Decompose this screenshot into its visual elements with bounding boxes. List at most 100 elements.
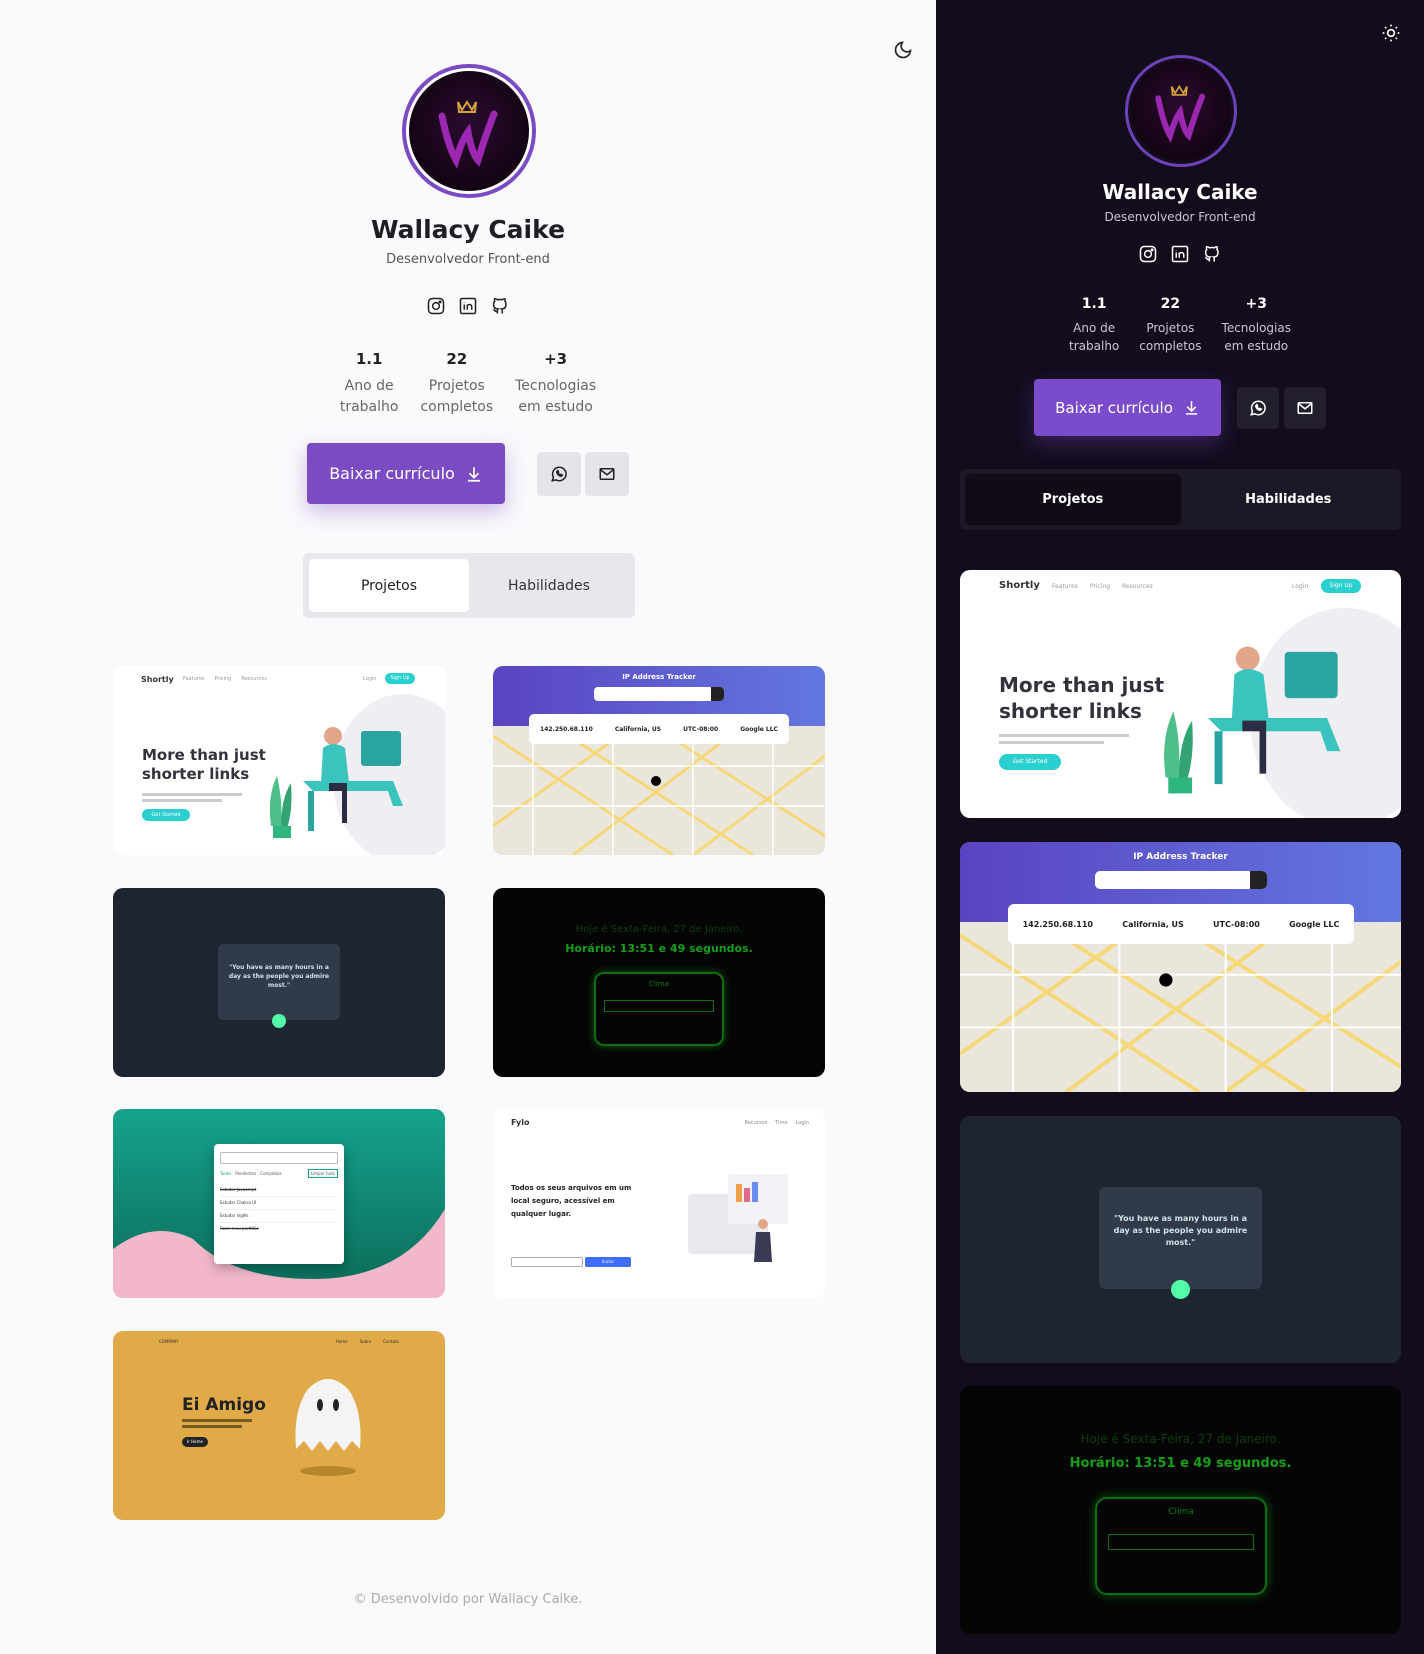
ip-location: California, US bbox=[1122, 919, 1184, 929]
project-card-todo[interactable]: Todos Pendentes Completos Limpar tudo Es… bbox=[113, 1109, 445, 1298]
ip-info-panel: 142.250.68.110 California, US UTC-08:00 … bbox=[529, 714, 789, 744]
download-cv-button[interactable]: Baixar currículo bbox=[307, 443, 505, 504]
todo-input bbox=[220, 1152, 338, 1164]
project-card-ip-tracker[interactable]: IP Address Tracker 142.250.68.110 Califo… bbox=[960, 842, 1401, 1092]
download-cv-button[interactable]: Baixar currículo bbox=[1034, 379, 1221, 436]
profile-role: Desenvolvedor Front-end bbox=[1104, 210, 1256, 224]
tab-habilidades[interactable]: Habilidades bbox=[469, 559, 629, 612]
shortly-signup: Sign Up bbox=[385, 673, 415, 684]
stat-value: 22 bbox=[1160, 296, 1181, 312]
todo-panel: Todos Pendentes Completos Limpar tudo Es… bbox=[214, 1144, 344, 1264]
stat-label: Tecnologias em estudo bbox=[515, 378, 597, 415]
stat-projects: 22 Projetos completos bbox=[1139, 296, 1201, 355]
email-button[interactable] bbox=[585, 451, 629, 496]
project-card-fylo[interactable]: Fylo Recursos Time Login Todos os seus a… bbox=[493, 1109, 825, 1298]
whatsapp-button[interactable] bbox=[1237, 386, 1279, 429]
fylo-nav-item: Login bbox=[795, 1120, 810, 1126]
ip-isp: Google LLC bbox=[1289, 919, 1340, 929]
theme-toggle-button[interactable] bbox=[1377, 19, 1405, 47]
shortly-signup: Sign Up bbox=[1321, 579, 1361, 593]
ghost-title: Ei Amigo bbox=[182, 1395, 266, 1415]
shortly-nav-item: Pricing bbox=[1089, 583, 1111, 590]
social-links bbox=[0, 296, 936, 316]
whatsapp-button[interactable] bbox=[537, 451, 581, 496]
github-link[interactable] bbox=[490, 296, 510, 316]
github-icon bbox=[1204, 245, 1219, 262]
mail-icon bbox=[1297, 401, 1313, 414]
todo-item: Estudar Javascript bbox=[220, 1184, 338, 1197]
stats-row: 1.1 Ano de trabalho 22 Projetos completo… bbox=[0, 350, 936, 418]
shortly-logo: Shortly bbox=[999, 580, 1040, 591]
tab-projetos[interactable]: Projetos bbox=[965, 474, 1181, 525]
weather-input bbox=[604, 1000, 714, 1012]
download-cv-label: Baixar currículo bbox=[1055, 398, 1173, 417]
clock-time: Horário: 13:51 e 49 segundos. bbox=[565, 942, 753, 955]
project-card-advice[interactable]: "You have as many hours in a day as the … bbox=[960, 1116, 1401, 1363]
project-card-clock[interactable]: Hoje é Sexta-Feira, 27 de Janeiro. Horár… bbox=[493, 888, 825, 1077]
stat-label: Ano de trabalho bbox=[1069, 321, 1120, 353]
shortly-nav-item: Pricing bbox=[214, 676, 232, 682]
tab-projetos[interactable]: Projetos bbox=[309, 559, 469, 612]
linkedin-icon bbox=[1171, 245, 1189, 263]
theme-toggle-button[interactable] bbox=[889, 36, 917, 64]
w-logo-icon bbox=[1155, 84, 1206, 143]
project-card-shortly[interactable]: Shortly Features Pricing Resources Login… bbox=[960, 570, 1401, 818]
stat-technologies: +3 Tecnologias em estudo bbox=[1222, 296, 1291, 355]
shortly-nav-item: Features bbox=[183, 676, 205, 682]
shortly-login: Login bbox=[363, 676, 377, 682]
section-tabs: Projetos Habilidades bbox=[303, 553, 635, 618]
shortly-subtext bbox=[142, 793, 242, 796]
ip-timezone: UTC-08:00 bbox=[683, 725, 719, 733]
shortly-login: Login bbox=[1292, 583, 1309, 590]
ghost-subtext bbox=[182, 1419, 252, 1422]
desk-illustration bbox=[269, 727, 403, 838]
instagram-link[interactable] bbox=[1138, 244, 1158, 264]
shortly-cta: Get Started bbox=[999, 754, 1061, 770]
email-button[interactable] bbox=[1284, 386, 1326, 429]
instagram-link[interactable] bbox=[426, 296, 446, 316]
project-card-clock[interactable]: Hoje é Sexta-Feira, 27 de Janeiro. Horár… bbox=[960, 1386, 1401, 1634]
shortly-subtext bbox=[999, 734, 1129, 737]
clock-date: Hoje é Sexta-Feira, 27 de Janeiro. bbox=[575, 924, 743, 935]
whatsapp-icon bbox=[1250, 400, 1266, 416]
clock-time: Horário: 13:51 e 49 segundos. bbox=[1069, 1456, 1292, 1471]
fylo-illustration bbox=[688, 1174, 788, 1262]
project-card-404[interactable]: COMPANY Home Sobre Contato Ei Amigo Ir H… bbox=[113, 1331, 445, 1520]
linkedin-icon bbox=[459, 297, 477, 315]
todo-filter: Completos bbox=[260, 1171, 282, 1176]
todo-filter: Todos bbox=[220, 1171, 232, 1176]
weather-label: Clima bbox=[1168, 1507, 1194, 1517]
stat-value: +3 bbox=[544, 350, 568, 368]
fylo-email-input bbox=[511, 1257, 583, 1267]
avatar bbox=[1131, 61, 1231, 161]
todo-clear: Limpar tudo bbox=[307, 1169, 338, 1178]
shortly-subtext bbox=[999, 741, 1104, 744]
weather-input bbox=[1108, 1534, 1254, 1550]
ghost-illustration bbox=[295, 1379, 361, 1476]
shortly-headline: shorter links bbox=[999, 699, 1142, 723]
shortly-nav-item: Features bbox=[1052, 583, 1078, 590]
ip-timezone: UTC-08:00 bbox=[1213, 919, 1260, 929]
action-buttons: Baixar currículo bbox=[936, 379, 1424, 436]
map-illustration bbox=[960, 922, 1401, 1092]
ghost-nav-item: Sobre bbox=[359, 1339, 372, 1344]
shortly-headline: More than just bbox=[999, 673, 1165, 697]
shortly-subtext bbox=[142, 799, 222, 802]
shortly-cta: Get Started bbox=[142, 809, 190, 821]
desk-illustration bbox=[1164, 646, 1341, 794]
dice-button bbox=[1171, 1280, 1190, 1299]
project-card-ip-tracker[interactable]: IP Address Tracker 142.250.68.110 Califo… bbox=[493, 666, 825, 855]
ip-search-button bbox=[1250, 871, 1267, 889]
project-card-advice[interactable]: "You have as many hours in a day as the … bbox=[113, 888, 445, 1077]
project-card-shortly[interactable]: Shortly Features Pricing Resources Login… bbox=[113, 666, 445, 855]
fylo-headline: Todos os seus arquivos em um local segur… bbox=[511, 1184, 632, 1218]
stat-value: 22 bbox=[446, 350, 468, 368]
linkedin-link[interactable] bbox=[458, 296, 478, 316]
linkedin-link[interactable] bbox=[1170, 244, 1190, 264]
sun-icon bbox=[1382, 24, 1400, 42]
ip-isp: Google LLC bbox=[740, 725, 778, 733]
github-icon bbox=[492, 297, 507, 314]
github-link[interactable] bbox=[1202, 244, 1222, 264]
tab-habilidades[interactable]: Habilidades bbox=[1181, 474, 1397, 525]
ip-info-panel: 142.250.68.110 California, US UTC-08:00 … bbox=[1008, 904, 1354, 944]
